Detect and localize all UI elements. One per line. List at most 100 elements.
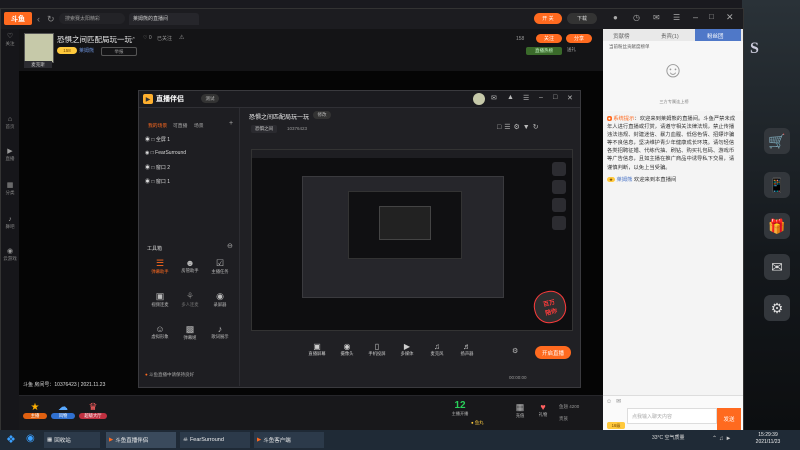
maximize-icon[interactable]: □ — [709, 12, 714, 21]
vip-label[interactable]: 贵族 — [559, 416, 568, 422]
scene-item[interactable]: ◉ □ 全屏 1 — [145, 136, 170, 143]
inner-btn-phone[interactable]: ▯ 手机投屏 — [362, 342, 392, 357]
tab-room[interactable]: 莱姆熊的直播间 — [129, 13, 199, 25]
share-button[interactable]: 分享 — [566, 34, 592, 43]
scene-item[interactable]: ◉ □ 窗口 2 — [145, 164, 170, 171]
taskbar-app-recycle[interactable]: ▦ 回收站 — [44, 432, 100, 448]
inner-maximize-icon[interactable]: □ — [553, 94, 557, 101]
category-icon: ▦ — [6, 182, 14, 189]
gift-button[interactable]: ♥ 礼物 — [534, 402, 552, 418]
avatar[interactable] — [24, 33, 54, 63]
tab-vip[interactable]: 贵宾(1) — [661, 32, 679, 40]
windows-start-icon[interactable]: ❖ — [6, 433, 16, 446]
chat-input[interactable]: 点我输入聊天内容 — [627, 408, 717, 424]
search-input[interactable]: 搜索赛太阳精彩 — [59, 13, 125, 24]
minimize-icon[interactable]: – — [693, 12, 698, 22]
ie-browser-icon[interactable]: ◉ — [26, 433, 35, 444]
captured-streaming-app: ▶ 直播伴侣 测试 ✉ ▲ ☰ – □ ✕ 我的场景 可直播 场景 + ◉ □ … — [138, 90, 581, 388]
follow-button[interactable]: 关注 — [536, 34, 562, 43]
tool-video-call[interactable]: ▣ 视频连麦 — [145, 291, 175, 316]
tool-multi-call[interactable]: ⚘ 多人连麦 — [175, 291, 205, 316]
taskbar-app-game[interactable]: ☠ FearSurround — [180, 432, 250, 448]
system-badge-icon: ● — [607, 116, 612, 121]
tool-avatar[interactable]: ☺ 虚拟形象 — [145, 324, 175, 349]
taskbar-app-client[interactable]: ▶ 斗鱼客户端 — [254, 432, 324, 448]
add-scene-icon[interactable]: + — [229, 120, 233, 127]
inner-chat-icon[interactable]: ✉ — [491, 94, 497, 102]
tab-contribution[interactable]: 贡献榜 — [613, 32, 630, 40]
inner-start-live-button[interactable]: 开启直播 — [535, 346, 571, 359]
inner-settings-icon[interactable]: ⚙ — [512, 347, 518, 355]
scene-item[interactable]: ◉ □ 窗口 1 — [145, 178, 170, 185]
user-avatar-icon[interactable]: ● — [613, 13, 618, 22]
history-icon[interactable]: ◷ — [633, 13, 640, 22]
inner-preview[interactable] — [251, 149, 573, 331]
chat-username[interactable]: 莱姆熊 — [617, 177, 633, 183]
emoji-icon[interactable]: ☺✉ — [606, 398, 625, 405]
taskbar-app-streamer[interactable]: ▶ 斗鱼直播伴侣 — [106, 432, 176, 448]
inner-edit-button[interactable]: 修改 — [313, 111, 331, 119]
inner-shirt-icon[interactable]: ▲ — [507, 94, 514, 101]
download-button[interactable]: 下载 — [567, 13, 597, 24]
tool-recorder[interactable]: ◉ 录屏器 — [205, 291, 235, 316]
scenes-tab-scene[interactable]: 场景 — [194, 122, 204, 129]
rail-item-category[interactable]: ▦ 分类 — [2, 181, 18, 201]
rail-item-dance[interactable]: ♪ 舞吧 — [2, 215, 18, 235]
cart-icon[interactable]: 🛒 — [764, 128, 790, 154]
tool-tasks[interactable]: ☑ 主播任务 — [205, 258, 235, 283]
rail-item-home[interactable]: ⌂ 首页 — [2, 115, 18, 135]
bottom-item-style[interactable]: ☁ 风物 — [51, 402, 75, 424]
scenes-tab-live[interactable]: 可直播 — [173, 122, 187, 129]
tray-icons[interactable]: ⌃♫► — [712, 435, 733, 442]
toolbox-collapse-icon[interactable]: ⊖ — [227, 242, 233, 250]
inner-tag[interactable]: 恐惧之间 — [251, 125, 277, 133]
clock[interactable]: 15:29:39 2021/11/23 — [748, 432, 788, 446]
rail-item-cloudgame[interactable]: ◉ 云游戏 — [2, 247, 18, 267]
tool-danmu-ji[interactable]: ▩ 弹幕姬 — [175, 324, 205, 349]
refresh-icon[interactable]: ↻ — [47, 14, 55, 25]
app-logo[interactable]: 斗鱼 — [4, 12, 32, 25]
close-icon[interactable]: ✕ — [726, 12, 734, 23]
inner-btn-camera[interactable]: ◉ 摄像头 — [332, 342, 362, 357]
fish-ball-label[interactable]: ● 鱼丸 — [471, 420, 483, 426]
rail-follow[interactable]: ♡ 关注 — [2, 32, 18, 52]
gift-icon[interactable]: 🎁 — [764, 213, 790, 239]
tool-room-admin[interactable]: ☻ 房管助手 — [175, 258, 205, 283]
inner-btn-media[interactable]: ▶ 多媒体 — [392, 342, 422, 357]
menu-icon[interactable]: ☰ — [673, 13, 680, 22]
notification-icon[interactable]: ✉ — [653, 13, 660, 22]
send-button[interactable]: 发送 — [717, 408, 741, 430]
inner-btn-speaker[interactable]: ♬ 扬声器 — [452, 342, 482, 357]
host-count-box[interactable]: 12 主播开播 — [449, 400, 471, 417]
weather-widget[interactable]: 33°C 空气质量 — [652, 434, 685, 441]
scene-item[interactable]: ◉ □ FearSurround — [145, 150, 186, 156]
warning-icon[interactable]: ⚠ — [179, 34, 184, 41]
bottom-item-hall[interactable]: ♛ 超级大厅 — [79, 402, 107, 424]
phone-icon[interactable]: 📱 — [764, 172, 790, 198]
share-icon[interactable]: ↗ — [127, 35, 139, 43]
gear-icon[interactable]: ⚙ — [764, 295, 790, 321]
tab-fans[interactable]: 粉丝团 — [695, 29, 741, 41]
inner-btn-mic[interactable]: ♫ 麦克风 — [422, 342, 452, 357]
inner-version-badge[interactable]: 测试 — [201, 94, 219, 103]
inner-btn-screen[interactable]: ▣ 直播屏幕 — [302, 342, 332, 357]
chat-message[interactable]: ★ 莱姆熊 欢迎来到本直播间 — [607, 176, 739, 184]
bottom-item-host[interactable]: ★ 主播 — [23, 402, 47, 424]
inner-minimize-icon[interactable]: – — [539, 94, 543, 101]
follow-top-button[interactable]: 开 关 — [534, 13, 562, 24]
report-tag[interactable]: 举报 — [101, 47, 137, 56]
inner-close-icon[interactable]: ✕ — [567, 94, 573, 102]
tool-lyrics[interactable]: ♪ 歌词展示 — [205, 324, 235, 349]
inner-toolbar-icons[interactable]: □☰⚙▼↻ — [497, 123, 542, 131]
back-icon[interactable]: ‹ — [37, 14, 40, 24]
rank-label[interactable]: 送礼 — [567, 47, 576, 53]
rail-item-live[interactable]: ▶ 直播 — [2, 147, 18, 167]
chat-panel: 贡献榜 贵宾(1) 粉丝团 当前粉丝贡献度榜单 ☺ 三方专属连上榜 ● 系统提示… — [603, 29, 743, 432]
host-badge[interactable]: 莱姆熊 — [79, 47, 94, 54]
scenes-tab-mine[interactable]: 我的场景 — [148, 122, 167, 129]
hot-rank-badge[interactable]: 直播热榜 — [526, 47, 562, 55]
inner-menu-icon[interactable]: ☰ — [523, 94, 529, 102]
recharge-button[interactable]: ▦ 充值 — [511, 402, 529, 419]
mail-icon[interactable]: ✉ — [764, 254, 790, 280]
tool-danmu-helper[interactable]: ☰ 弹幕助手 — [145, 258, 175, 283]
